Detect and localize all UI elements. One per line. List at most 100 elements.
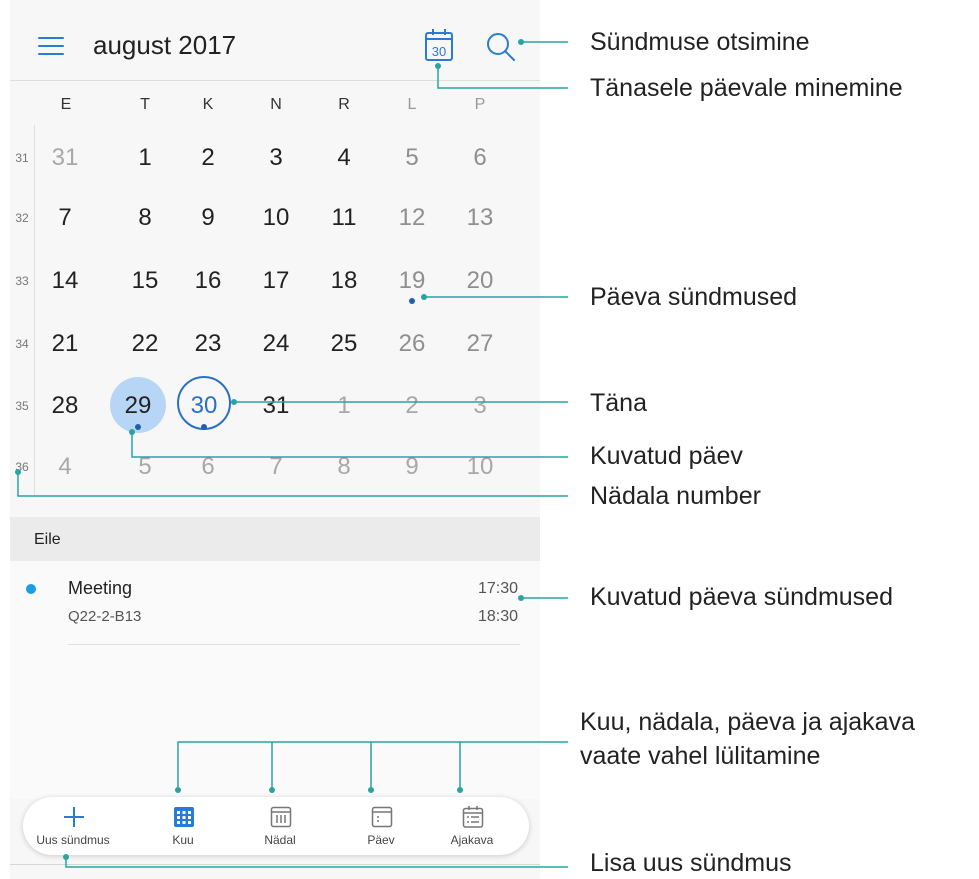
weekday-label: R (338, 96, 350, 113)
week-view-icon (270, 805, 292, 829)
week-number: 32 (15, 211, 29, 225)
callout-switch-views-line2: vaate vahel lülitamine (580, 742, 821, 770)
week-number-divider (34, 125, 35, 495)
day-cell[interactable]: 6 (178, 453, 238, 481)
callout-shown-day-events: Kuvatud päeva sündmused (590, 583, 893, 611)
day-cell[interactable]: 19 (382, 267, 442, 295)
tab-week[interactable]: Nädal (232, 797, 328, 855)
event-indicator-dot (409, 298, 415, 304)
search-icon[interactable] (484, 30, 518, 64)
today-icon-day: 30 (432, 44, 446, 59)
tab-month[interactable]: Kuu (135, 797, 231, 855)
top-bar: august 2017 30 (10, 0, 540, 80)
today-calendar-icon[interactable]: 30 (424, 28, 454, 62)
month-title[interactable]: august 2017 (93, 30, 236, 61)
event-color-dot (26, 584, 36, 594)
day-cell[interactable]: 17 (246, 267, 306, 295)
event-end-time: 18:30 (477, 608, 518, 625)
weekday-label: L (407, 96, 417, 113)
day-cell[interactable]: 20 (450, 267, 510, 295)
new-event-button[interactable]: Uus sündmus (25, 797, 121, 855)
callout-today: Täna (590, 389, 647, 417)
day-view-icon (371, 805, 393, 829)
day-cell[interactable]: 8 (115, 204, 175, 232)
weekday-label: N (270, 96, 282, 113)
tab-label: Nädal (264, 833, 296, 847)
day-cell[interactable]: 1 (314, 392, 374, 420)
weekday-label: E (60, 96, 72, 113)
day-cell[interactable]: 7 (246, 453, 306, 481)
week-number: 33 (15, 274, 29, 288)
week-number: 36 (15, 460, 29, 474)
plus-icon (63, 805, 85, 829)
day-cell[interactable]: 31 (35, 144, 95, 172)
day-cell[interactable]: 2 (178, 144, 238, 172)
event-divider (68, 644, 520, 645)
events-section-header: Eile (10, 517, 540, 561)
day-cell[interactable]: 11 (314, 204, 374, 232)
week-number: 35 (15, 399, 29, 413)
day-cell[interactable]: 3 (246, 144, 306, 172)
selected-day-cell[interactable]: 29 (108, 392, 168, 420)
weekday-label: T (140, 96, 150, 113)
day-cell[interactable]: 6 (450, 144, 510, 172)
day-cell[interactable]: 3 (450, 392, 510, 420)
callout-day-events: Päeva sündmused (590, 283, 798, 311)
day-cell[interactable]: 5 (115, 453, 175, 481)
day-cell[interactable]: 14 (35, 267, 95, 295)
bottom-divider (10, 864, 540, 865)
today-cell[interactable]: 30 (174, 392, 234, 420)
day-cell[interactable]: 23 (178, 330, 238, 358)
event-list: Meeting Q22-2-B13 17:30 18:30 (10, 561, 540, 799)
callout-go-today: Tänasele päevale minemine (590, 74, 903, 102)
day-cell[interactable]: 18 (314, 267, 374, 295)
tab-label: Kuu (172, 833, 194, 847)
week-number: 31 (15, 151, 29, 165)
event-location: Q22-2-B13 (68, 608, 142, 625)
day-cell[interactable]: 16 (178, 267, 238, 295)
header-divider (10, 80, 540, 81)
weekday-label: P (474, 96, 486, 113)
callout-switch-views-line1: Kuu, nädala, päeva ja ajakava (580, 708, 915, 736)
event-indicator-dot (135, 424, 141, 430)
tab-label: Päev (367, 833, 395, 847)
callout-search: Sündmuse otsimine (590, 28, 810, 56)
day-cell[interactable]: 27 (450, 330, 510, 358)
tab-label: Uus sündmus (36, 833, 110, 847)
day-cell[interactable]: 25 (314, 330, 374, 358)
day-cell[interactable]: 8 (314, 453, 374, 481)
day-cell[interactable]: 31 (246, 392, 306, 420)
tab-day[interactable]: Päev (333, 797, 429, 855)
day-cell[interactable]: 10 (450, 453, 510, 481)
event-start-time: 17:30 (477, 580, 518, 597)
month-grid-icon (173, 805, 195, 829)
day-cell[interactable]: 26 (382, 330, 442, 358)
day-cell[interactable]: 1 (115, 144, 175, 172)
tab-label: Ajakava (450, 833, 494, 847)
event-item[interactable]: Meeting Q22-2-B13 17:30 18:30 (10, 561, 540, 645)
day-cell[interactable]: 5 (382, 144, 442, 172)
menu-icon[interactable] (38, 37, 64, 55)
day-cell[interactable]: 4 (35, 453, 95, 481)
day-cell[interactable]: 12 (382, 204, 442, 232)
week-number: 34 (15, 337, 29, 351)
day-cell[interactable]: 9 (178, 204, 238, 232)
day-cell[interactable]: 22 (115, 330, 175, 358)
day-cell[interactable]: 2 (382, 392, 442, 420)
day-cell[interactable]: 24 (246, 330, 306, 358)
weekday-label: K (202, 96, 214, 113)
day-cell[interactable]: 15 (115, 267, 175, 295)
calendar-app: august 2017 30 E T K N R L P 31 31 1 2 3… (10, 0, 540, 879)
day-cell[interactable]: 7 (35, 204, 95, 232)
event-indicator-dot (201, 424, 207, 430)
day-cell[interactable]: 21 (35, 330, 95, 358)
day-cell[interactable]: 10 (246, 204, 306, 232)
callout-week-number: Nädala number (590, 482, 761, 510)
day-cell[interactable]: 13 (450, 204, 510, 232)
callout-shown-day: Kuvatud päev (590, 442, 743, 470)
day-cell[interactable]: 9 (382, 453, 442, 481)
day-cell[interactable]: 28 (35, 392, 95, 420)
day-cell[interactable]: 4 (314, 144, 374, 172)
agenda-view-icon (462, 805, 484, 829)
tab-agenda[interactable]: Ajakava (424, 797, 520, 855)
